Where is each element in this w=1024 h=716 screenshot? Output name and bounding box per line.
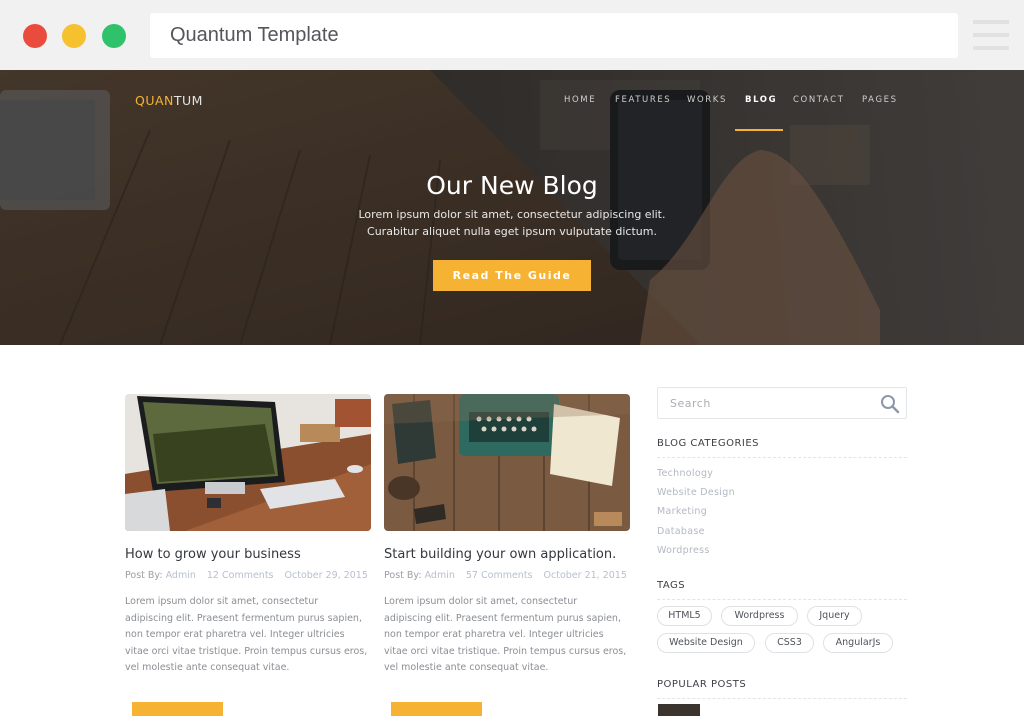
nav-home[interactable]: HOME [564,95,596,105]
tag-angularjs[interactable]: AngularJs [823,633,893,653]
category-database[interactable]: Database [657,526,705,537]
nav-features[interactable]: FEATURES [615,95,671,105]
category-marketing[interactable]: Marketing [657,506,707,517]
category-wordpress[interactable]: Wordpress [657,545,710,556]
popular-posts-heading: POPULAR POSTS [657,679,747,690]
nav-works[interactable]: WORKS [687,95,727,105]
post-author[interactable]: Admin [425,570,455,581]
post-meta: Post By: Admin 12 Comments October 29, 2… [125,570,368,581]
post-by-label: Post By: [384,570,422,581]
tag-jquery[interactable]: Jquery [807,606,862,626]
post-image[interactable] [125,394,371,531]
hamburger-menu-icon[interactable] [973,20,1009,52]
nav-blog[interactable]: BLOG [745,95,777,105]
post-comments[interactable]: 57 Comments [466,570,533,581]
post-title[interactable]: How to grow your business [125,547,301,562]
address-bar[interactable]: Quantum Template [150,13,958,58]
post-by-label: Post By: [125,570,163,581]
search-icon[interactable] [880,394,900,414]
divider [657,599,907,600]
typewriter-image [384,394,630,531]
read-more-button[interactable] [132,702,223,716]
minimize-window-button[interactable] [62,24,86,48]
browser-chrome: Quantum Template [0,0,1024,70]
search-placeholder: Search [670,397,711,410]
hero-subtitle-line-1: Lorem ipsum dolor sit amet, consectetur … [358,208,666,221]
blog-categories-heading: BLOG CATEGORIES [657,438,760,449]
desk-computer-image [125,394,371,531]
hero-section: QUANTUM HOME FEATURES WORKS BLOG CONTACT… [0,70,1024,345]
read-more-button[interactable] [391,702,482,716]
post-image[interactable] [384,394,630,531]
category-technology[interactable]: Technology [657,468,713,479]
post-excerpt: Lorem ipsum dolor sit amet, consectetur … [384,596,627,673]
read-the-guide-button[interactable]: Read The Guide [433,260,591,291]
search-input[interactable]: Search [657,387,907,419]
nav-pages[interactable]: PAGES [862,95,898,105]
window-title: Quantum Template [170,24,339,46]
maximize-window-button[interactable] [102,24,126,48]
post-date: October 29, 2015 [284,570,368,581]
popular-post-thumbnail[interactable] [658,704,700,716]
nav-contact[interactable]: CONTACT [793,95,845,105]
tag-website-design[interactable]: Website Design [657,633,755,653]
hero-title: Our New Blog [426,171,598,200]
post-meta: Post By: Admin 57 Comments October 21, 2… [384,570,627,581]
tag-html5[interactable]: HTML5 [657,606,712,626]
post-comments[interactable]: 12 Comments [207,570,274,581]
tag-css3[interactable]: CSS3 [765,633,814,653]
post-author[interactable]: Admin [166,570,196,581]
tags-heading: TAGS [657,580,686,591]
divider [657,457,907,458]
post-date: October 21, 2015 [543,570,627,581]
active-nav-indicator [735,129,783,131]
divider [657,698,907,699]
post-title[interactable]: Start building your own application. [384,547,616,562]
hero-subtitle-line-2: Curabitur aliquet nulla eget ipsum vulpu… [367,225,657,238]
tag-wordpress[interactable]: Wordpress [721,606,798,626]
site-logo[interactable]: QUANTUM [135,93,203,108]
post-excerpt: Lorem ipsum dolor sit amet, consectetur … [125,596,368,673]
category-website-design[interactable]: Website Design [657,487,735,498]
close-window-button[interactable] [23,24,47,48]
